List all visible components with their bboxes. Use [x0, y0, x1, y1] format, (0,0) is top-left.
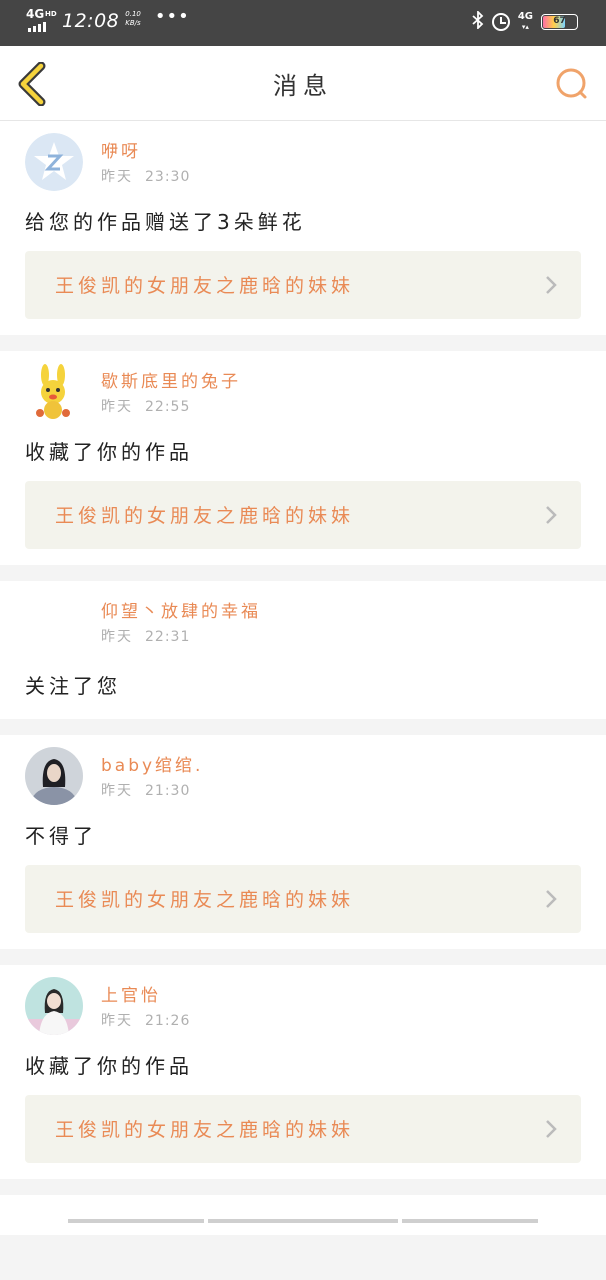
message-item: 咿呀 昨天 23:30 给您的作品赠送了3朵鲜花 王俊凯的女朋友之鹿晗的妹妹	[0, 121, 606, 335]
network-suffix: HD	[45, 10, 57, 18]
message-time: 昨天 22:55	[101, 396, 190, 416]
avatar[interactable]	[25, 747, 83, 805]
avatar[interactable]	[25, 363, 83, 421]
message-time: 昨天 21:30	[101, 780, 190, 800]
status-bar: 4G HD 12:08 0.10 KB/s ••• 4G ▾▴ 67	[0, 0, 606, 46]
clock: 12:08	[62, 10, 120, 32]
work-title: 王俊凯的女朋友之鹿晗的妹妹	[55, 889, 355, 911]
network-type: 4G	[26, 7, 45, 21]
user-name[interactable]: baby绾绾.	[101, 751, 203, 776]
work-title: 王俊凯的女朋友之鹿晗的妹妹	[55, 505, 355, 527]
message-clock: 21:30	[145, 783, 191, 799]
work-link[interactable]: 王俊凯的女朋友之鹿晗的妹妹	[25, 865, 581, 933]
message-time: 昨天 22:31	[101, 626, 190, 646]
net-speed-unit: KB/s	[125, 19, 141, 27]
user-name[interactable]: 上官怡	[101, 981, 161, 1006]
bluetooth-icon	[472, 9, 484, 33]
signal-bars-icon	[28, 22, 46, 32]
message-clock: 22:55	[145, 399, 191, 415]
chevron-right-icon	[546, 276, 557, 294]
user-name[interactable]: 歇斯底里的兔子	[101, 367, 241, 392]
chevron-right-icon	[546, 1120, 557, 1138]
loading-placeholder	[68, 1219, 204, 1223]
net-speed: 0.10 KB/s	[125, 10, 141, 28]
message-item: 上官怡 昨天 21:26 收藏了你的作品 王俊凯的女朋友之鹿晗的妹妹	[0, 965, 606, 1179]
battery-percent: 67	[553, 16, 566, 26]
message-day: 昨天	[101, 629, 133, 645]
search-icon	[556, 68, 587, 99]
data-arrows-icon: ▾▴	[521, 23, 529, 31]
message-action: 收藏了你的作品	[25, 440, 193, 464]
avatar[interactable]	[25, 977, 83, 1035]
user-photo-avatar	[25, 977, 83, 1035]
message-day: 昨天	[101, 399, 133, 415]
page-title: 消息	[273, 72, 333, 100]
default-avatar-icon	[25, 133, 83, 191]
work-title: 王俊凯的女朋友之鹿晗的妹妹	[55, 275, 355, 297]
avatar[interactable]	[25, 133, 83, 191]
message-time: 昨天 23:30	[101, 166, 190, 186]
message-action: 关注了您	[25, 674, 121, 698]
work-link[interactable]: 王俊凯的女朋友之鹿晗的妹妹	[25, 1095, 581, 1163]
chevron-right-icon	[546, 890, 557, 908]
message-item-partial	[0, 1195, 606, 1235]
message-clock: 22:31	[145, 629, 191, 645]
message-day: 昨天	[101, 1013, 133, 1029]
work-title: 王俊凯的女朋友之鹿晗的妹妹	[55, 1119, 355, 1141]
user-name[interactable]: 咿呀	[101, 137, 141, 162]
mobile-data-label: 4G	[517, 11, 533, 22]
message-action: 给您的作品赠送了3朵鲜花	[25, 210, 306, 234]
message-action: 收藏了你的作品	[25, 1054, 193, 1078]
message-item: baby绾绾. 昨天 21:30 不得了 王俊凯的女朋友之鹿晗的妹妹	[0, 735, 606, 949]
nav-header: 消息	[0, 46, 606, 121]
message-clock: 23:30	[145, 169, 191, 185]
signal-indicator: 4G HD	[26, 7, 57, 32]
battery-icon: 67	[541, 14, 578, 30]
message-day: 昨天	[101, 169, 133, 185]
message-clock: 21:26	[145, 1013, 191, 1029]
net-speed-value: 0.10	[125, 10, 141, 18]
message-day: 昨天	[101, 783, 133, 799]
chevron-right-icon	[546, 506, 557, 524]
message-action: 不得了	[25, 824, 97, 848]
message-list: 咿呀 昨天 23:30 给您的作品赠送了3朵鲜花 王俊凯的女朋友之鹿晗的妹妹 歇…	[0, 121, 606, 1235]
user-photo-avatar	[25, 747, 83, 805]
more-notifications-icon: •••	[154, 6, 190, 27]
work-link[interactable]: 王俊凯的女朋友之鹿晗的妹妹	[25, 251, 581, 319]
message-item: 仰望丶放肆的幸福 昨天 22:31 关注了您	[0, 581, 606, 719]
bunny-avatar-icon	[36, 364, 70, 419]
loading-placeholder	[402, 1219, 538, 1223]
message-time: 昨天 21:26	[101, 1010, 190, 1030]
loading-placeholder	[208, 1219, 398, 1223]
avatar[interactable]	[25, 593, 83, 651]
search-button[interactable]	[554, 66, 590, 102]
mobile-data-indicator: 4G ▾▴	[518, 12, 533, 32]
alarm-icon	[491, 13, 510, 31]
message-item: 歇斯底里的兔子 昨天 22:55 收藏了你的作品 王俊凯的女朋友之鹿晗的妹妹	[0, 351, 606, 565]
work-link[interactable]: 王俊凯的女朋友之鹿晗的妹妹	[25, 481, 581, 549]
user-name[interactable]: 仰望丶放肆的幸福	[101, 597, 261, 622]
